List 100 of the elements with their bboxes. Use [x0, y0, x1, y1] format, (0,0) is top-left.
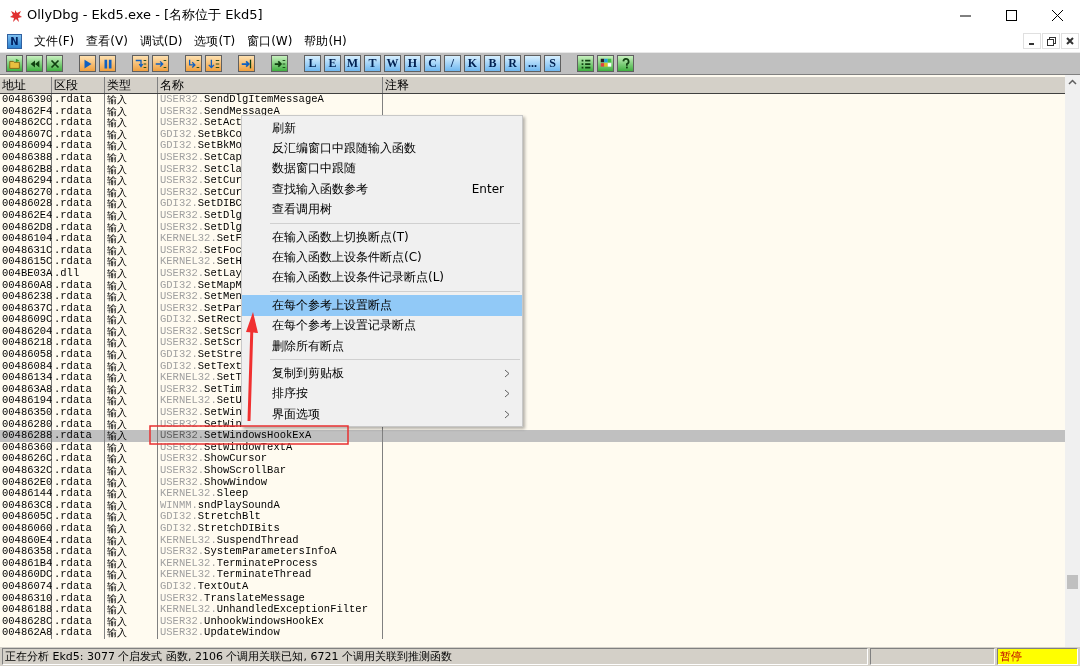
menu-item[interactable]: 文件(F)	[28, 32, 81, 50]
type-cell: 输入	[105, 209, 158, 222]
column-header[interactable]: 区段	[52, 77, 105, 93]
toolbar-button[interactable]: T	[364, 55, 381, 72]
restore-button[interactable]	[1042, 33, 1060, 49]
minimize-button[interactable]	[1023, 33, 1041, 49]
address-cell: 00486390	[0, 94, 52, 106]
address-cell: 00486270	[0, 186, 52, 199]
address-cell: 004863C8	[0, 499, 52, 512]
type-cell: 输入	[105, 441, 158, 454]
section-cell: .rdata	[52, 117, 105, 129]
column-header[interactable]: 名称	[158, 77, 383, 93]
type-cell: 输入	[105, 522, 158, 535]
address-cell: 004862B8	[0, 163, 52, 176]
type-cell: 输入	[105, 476, 158, 489]
window-badge[interactable]: N	[7, 33, 22, 49]
address-cell: 00486288	[0, 430, 52, 442]
type-cell: 输入	[105, 557, 158, 570]
section-cell: .rdata	[52, 105, 105, 118]
menu-item[interactable]: 选项(T)	[188, 32, 242, 50]
list-icon[interactable]	[577, 55, 594, 72]
address-cell: 004860DC	[0, 569, 52, 581]
section-cell: .rdata	[52, 604, 105, 616]
toolbar-button[interactable]: W	[384, 55, 401, 72]
close-icon[interactable]	[46, 55, 63, 72]
type-cell: 输入	[105, 349, 158, 361]
section-cell: .rdata	[52, 186, 105, 199]
section-cell: .rdata	[52, 430, 105, 442]
section-cell: .rdata	[52, 592, 105, 605]
toolbar-button[interactable]: ...	[524, 55, 541, 72]
section-cell: .dll	[52, 267, 105, 280]
type-cell: 输入	[105, 267, 158, 280]
column-header[interactable]: 注释	[383, 77, 1065, 93]
name-cell: USER32.ShowCursor	[158, 453, 383, 465]
toolbar-button[interactable]: C	[424, 55, 441, 72]
menu-item[interactable]: 帮助(H)	[298, 32, 353, 50]
type-cell: 输入	[105, 302, 158, 315]
type-cell: 输入	[105, 569, 158, 581]
section-cell: .rdata	[52, 395, 105, 408]
type-cell: 输入	[105, 372, 158, 384]
section-cell: .rdata	[52, 453, 105, 465]
type-cell: 输入	[105, 233, 158, 245]
maximize-icon	[1005, 9, 1017, 21]
menu-item[interactable]: 在每个参考上设置断点	[242, 295, 522, 316]
trace-into-icon[interactable]	[185, 55, 202, 72]
toolbar-button[interactable]: /	[444, 55, 461, 72]
toolbar-button[interactable]: H	[404, 55, 421, 72]
palette-icon[interactable]	[597, 55, 614, 72]
section-cell: .rdata	[52, 499, 105, 512]
toolbar-button[interactable]: E	[324, 55, 341, 72]
section-cell: .rdata	[52, 465, 105, 477]
run-to-icon[interactable]	[238, 55, 255, 72]
goto-icon[interactable]	[271, 55, 288, 72]
address-cell: 00486058	[0, 349, 52, 361]
address-cell: 00486238	[0, 291, 52, 303]
column-header[interactable]: 地址	[0, 77, 52, 93]
scrollbar-thumb[interactable]	[1067, 575, 1078, 589]
toolbar-button[interactable]: L	[304, 55, 321, 72]
toolbar-button[interactable]: S	[544, 55, 561, 72]
section-cell: .rdata	[52, 441, 105, 454]
address-cell: 004862A8	[0, 627, 52, 639]
section-cell: .rdata	[52, 151, 105, 164]
section-cell: .rdata	[52, 511, 105, 523]
folder-icon[interactable]	[6, 55, 23, 72]
type-cell: 输入	[105, 395, 158, 408]
type-cell: 输入	[105, 546, 158, 558]
section-cell: .rdata	[52, 522, 105, 535]
address-cell: 00486350	[0, 407, 52, 419]
toolbar-button[interactable]: K	[464, 55, 481, 72]
address-cell: 0048607C	[0, 128, 52, 141]
address-cell: 004862CC	[0, 117, 52, 129]
address-cell: 004860A8	[0, 279, 52, 292]
menu-item[interactable]: 查看(V)	[80, 32, 134, 50]
type-cell: 输入	[105, 163, 158, 176]
name-cell: WINMM.sndPlaySoundA	[158, 499, 383, 512]
name-cell: USER32.SystemParametersInfoA	[158, 546, 383, 558]
menu-item[interactable]: 窗口(W)	[241, 32, 299, 50]
address-cell: 00486134	[0, 372, 52, 384]
trace-over-icon[interactable]	[205, 55, 222, 72]
toolbar-button[interactable]: B	[484, 55, 501, 72]
address-cell: 0048609C	[0, 314, 52, 326]
name-cell: KERNEL32.UnhandledExceptionFilter	[158, 604, 383, 616]
step-over-icon[interactable]	[152, 55, 169, 72]
section-cell: .rdata	[52, 221, 105, 234]
address-cell: 0048628C	[0, 615, 52, 628]
name-cell: KERNEL32.SuspendThread	[158, 534, 383, 547]
column-header[interactable]: 类型	[105, 77, 158, 93]
step-into-icon[interactable]	[132, 55, 149, 72]
toolbar-button[interactable]: R	[504, 55, 521, 72]
address-cell: 0048632C	[0, 465, 52, 477]
rewind-icon[interactable]	[26, 55, 43, 72]
toolbar-button[interactable]: M	[344, 55, 361, 72]
play-icon[interactable]	[79, 55, 96, 72]
menu-item[interactable]: 调试(D)	[133, 32, 189, 50]
section-cell: .rdata	[52, 302, 105, 315]
pause-icon[interactable]	[99, 55, 116, 72]
type-cell: 输入	[105, 256, 158, 268]
type-cell: 输入	[105, 291, 158, 303]
help-icon[interactable]	[617, 55, 634, 72]
close-button[interactable]	[1061, 33, 1079, 49]
